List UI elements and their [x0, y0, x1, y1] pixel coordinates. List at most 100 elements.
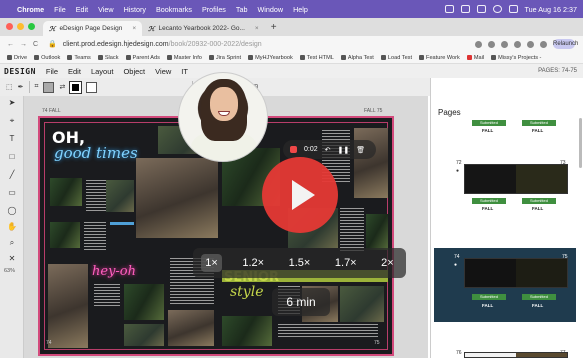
stop-recording-icon[interactable] [290, 146, 297, 153]
headline-style[interactable]: style [230, 284, 263, 300]
bookmark-missys-projects[interactable]: Missy's Projects - [491, 55, 541, 61]
headline-good-times[interactable]: good times [54, 144, 138, 162]
tab-lecanto-yearbook[interactable]: ℋ Lecanto Yearbook 2022- Go... × [142, 21, 265, 36]
photo-cheerleader[interactable] [48, 264, 88, 348]
page-thumbnail[interactable] [464, 258, 568, 288]
menu-window[interactable]: Window [258, 5, 284, 14]
hand-tool-icon[interactable]: ✋ [7, 222, 17, 232]
rectangle-tool-icon[interactable]: □ [7, 152, 17, 162]
bookmark-myhjyearbook[interactable]: MyHJYearbook [248, 55, 293, 61]
bookmark-drive[interactable]: Drive [7, 55, 27, 61]
bookmark-load-test[interactable]: Load Test [380, 55, 412, 61]
comment-tool-icon[interactable]: ◯ [7, 206, 17, 216]
caption-text[interactable] [278, 324, 378, 338]
url-field[interactable]: client.prod.edesign.hjedesign.com/book/2… [63, 41, 262, 48]
caption-text[interactable] [84, 222, 106, 250]
app-menu-edit[interactable]: Edit [68, 67, 81, 76]
extension-icon[interactable] [514, 40, 521, 48]
delete-icon[interactable]: 🗑 [356, 146, 365, 154]
close-window-icon[interactable] [6, 23, 13, 30]
undo-icon[interactable]: ↶ [325, 146, 331, 154]
menu-app-name[interactable]: Chrome [17, 5, 44, 14]
bookmark-master-info[interactable]: Master Info [166, 55, 202, 61]
text-tool-icon[interactable]: T [7, 134, 17, 144]
minimize-window-icon[interactable] [17, 23, 24, 30]
menu-edit[interactable]: Edit [76, 5, 88, 14]
control-center-icon[interactable] [508, 5, 518, 13]
speed-option[interactable]: 1.5× [285, 254, 315, 272]
menu-bookmarks[interactable]: Bookmarks [156, 5, 192, 14]
pen-tool-icon[interactable]: ✒ [18, 83, 24, 91]
bookmark-slack[interactable]: Slack [97, 55, 119, 61]
page-card-72-73[interactable]: 72 73 ● ● Submitted Submitted FALL FALL [434, 158, 576, 228]
pages-scrollbar[interactable] [579, 118, 582, 168]
menu-profiles[interactable]: Profiles [202, 5, 226, 14]
wifi-icon[interactable] [492, 5, 502, 13]
speed-option[interactable]: 1.7× [331, 254, 361, 272]
page-card-76-77[interactable]: 76 77 [434, 348, 576, 358]
speed-option[interactable]: 1× [201, 254, 222, 272]
webcam-bubble[interactable] [178, 72, 268, 162]
status-app-icon[interactable] [476, 5, 486, 13]
fill-color-swatch[interactable] [43, 81, 55, 93]
puzzle-icon[interactable] [527, 40, 534, 48]
photo-frame[interactable] [124, 324, 164, 346]
nav-buttons[interactable]: ←→C [7, 41, 44, 48]
caption-text[interactable] [340, 208, 364, 252]
bookmark-outlook[interactable]: Outlook [34, 55, 60, 61]
caption-text[interactable] [86, 180, 108, 212]
menu-help[interactable]: Help [293, 5, 308, 14]
relaunch-button[interactable]: Relaunch [553, 39, 578, 49]
app-menu-it[interactable]: IT [181, 67, 188, 76]
speed-option[interactable]: 2× [377, 254, 398, 272]
app-menu-file[interactable]: File [46, 67, 58, 76]
extension-icon[interactable] [501, 40, 508, 48]
menu-view[interactable]: View [98, 5, 113, 14]
photo-frame[interactable] [354, 128, 388, 198]
image-frame-tool-icon[interactable]: ▭ [7, 188, 17, 198]
bookmark-alpha-test[interactable]: Alpha Test [340, 55, 374, 61]
photo-frame[interactable] [124, 284, 164, 320]
direct-select-tool-icon[interactable]: ⌖ [7, 116, 17, 126]
photo-crowd[interactable] [136, 158, 218, 238]
swap-icon[interactable]: ⇄ [59, 83, 65, 91]
bookmark-feature-work[interactable]: Feature Work [419, 55, 460, 61]
page-thumbnail[interactable] [464, 352, 568, 358]
bookmark-test-html[interactable]: Test HTML [299, 55, 334, 61]
menu-tab[interactable]: Tab [236, 5, 248, 14]
bookmark-jira-sprint[interactable]: Jira Sprint [208, 55, 241, 61]
bookmark-teams[interactable]: Teams [67, 55, 91, 61]
photo-frame[interactable] [222, 316, 272, 346]
status-app-icon[interactable] [460, 5, 470, 13]
photo-frame[interactable] [50, 178, 82, 206]
play-button[interactable] [262, 157, 338, 233]
app-menu-layout[interactable]: Layout [91, 67, 114, 76]
profile-avatar[interactable] [540, 40, 547, 48]
page-card-74-75[interactable]: 74 75 ● ● Submitted Submitted FALL FALL [434, 248, 576, 322]
menu-history[interactable]: History [124, 5, 146, 14]
page-card[interactable]: Submitted Submitted FALL FALL [434, 118, 576, 150]
bookmark-parent-ads[interactable]: Parent Ads [125, 55, 160, 61]
app-menu-object[interactable]: Object [123, 67, 145, 76]
pointer-tool-icon[interactable]: ➤ [7, 98, 17, 108]
lock-icon[interactable]: 🔒 [48, 40, 57, 48]
stroke-color-swatch[interactable] [69, 80, 83, 94]
page-thumbnail[interactable] [464, 164, 568, 194]
share-icon[interactable] [475, 40, 482, 48]
caption-text[interactable] [94, 284, 120, 308]
menu-file[interactable]: File [54, 5, 66, 14]
status-app-icon[interactable] [444, 5, 454, 13]
close-tab-icon[interactable]: × [132, 25, 136, 32]
headline-hey-oh[interactable]: hey-oh [92, 264, 136, 279]
select-tool-icon[interactable]: ⬚ [6, 83, 13, 91]
crop-icon[interactable]: ⌗ [35, 83, 39, 91]
star-icon[interactable] [488, 40, 495, 48]
zoom-tool-icon[interactable]: ⌕ [7, 238, 17, 248]
line-tool-icon[interactable]: ╱ [7, 170, 17, 180]
photo-frame[interactable] [50, 222, 80, 248]
photo-frame[interactable] [340, 286, 384, 322]
photo-frame[interactable] [366, 214, 388, 250]
photo-frame[interactable] [106, 180, 134, 212]
app-menu-view[interactable]: View [155, 67, 171, 76]
tab-edesign[interactable]: ℋ eDesign Page Design × [43, 21, 143, 36]
